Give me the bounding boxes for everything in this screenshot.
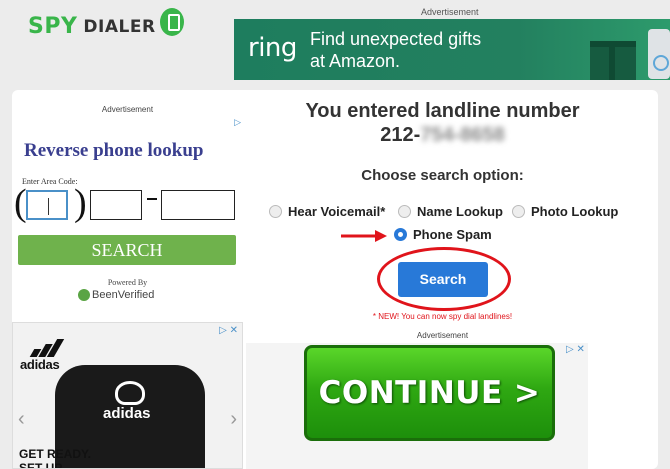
logo-spy-text: SPY [28,14,78,39]
option-label: Name Lookup [417,204,503,219]
lookup-search-button[interactable]: SEARCH [18,235,236,265]
adchoice-icon[interactable]: ▷ [234,117,241,128]
text-caret [48,198,49,215]
adidas-stripes-icon [29,339,65,357]
doorbell-icon [648,29,670,79]
lookup-title: Reverse phone lookup [24,140,204,161]
option-phone-spam[interactable]: Phone Spam [394,227,492,242]
radio-button[interactable] [269,205,282,218]
carousel-next-icon[interactable]: › [230,408,237,431]
logo-dialer-text: DIALER [83,16,156,37]
powered-by-label: Powered By [107,278,148,287]
ring-ad-line2: at Amazon. [310,51,401,71]
radio-button[interactable] [512,205,525,218]
red-arrow-icon [341,230,387,242]
center-ad-label: Advertisement [416,331,469,340]
carousel-prev-icon[interactable]: ‹ [18,408,25,431]
adchoice-icon[interactable]: ▷ ✕ [566,344,585,355]
option-label: Phone Spam [413,227,492,242]
close-paren: ) [74,182,87,224]
radio-button-checked[interactable] [394,228,407,241]
beenverified-text: BeenVerified [92,289,155,301]
phone-icon [159,7,184,36]
phone-dash [147,198,157,200]
headline-line1: You entered landline number [305,100,580,122]
prefix-input[interactable] [90,190,142,220]
ring-ad-text: Find unexpected gifts at Amazon. [310,28,481,72]
ring-ad-line1: Find unexpected gifts [310,29,482,49]
adidas-cta: GET READY. SET UP. [19,447,92,469]
headline-number: 212-754-8658 [270,123,615,147]
choose-option-label: Choose search option: [361,167,524,184]
beenverified-logo[interactable]: BeenVerified [78,289,154,301]
open-paren: ( [14,182,27,224]
sweater-brand-text: adidas [103,405,151,422]
lookup-ad-label: Advertisement [101,105,154,114]
new-feature-note: * NEW! You can now spy dial landlines! [372,312,513,321]
option-hear-voicemail[interactable]: Hear Voicemail* [269,204,385,219]
line-number-input[interactable] [161,190,235,220]
option-name-lookup[interactable]: Name Lookup [398,204,503,219]
adidas-cta-line1: GET READY. [19,447,92,461]
ring-logo: ring [248,33,297,63]
spy-dialer-logo[interactable]: SPY DIALER [28,7,184,39]
beenverified-check-icon [78,289,90,301]
option-photo-lookup[interactable]: Photo Lookup [512,204,618,219]
radio-button[interactable] [398,205,411,218]
area-code-label: Enter Area Code: [22,177,78,186]
top-ad-label: Advertisement [421,7,479,17]
page-headline: You entered landline number 212-754-8658 [270,99,615,147]
continue-ad-button[interactable]: CONTINUE > [304,345,555,441]
phone-prefix: 212- [380,124,421,146]
adidas-logo-text: adidas [20,357,60,372]
adidas-cta-line2: SET UP. [19,461,65,469]
adidas-logo: adidas [20,339,65,372]
adchoice-icon[interactable]: ▷ ✕ [219,325,238,336]
trefoil-icon [115,381,145,405]
gift-box-icon [590,41,636,80]
area-code-input[interactable] [26,190,68,220]
phone-hidden: 754-8658 [420,124,505,146]
search-button[interactable]: Search [398,262,488,297]
reverse-lookup-widget: Advertisement ▷ Reverse phone lookup Ent… [12,103,243,309]
ring-banner-ad[interactable]: ring Find unexpected gifts at Amazon. [234,19,670,80]
option-label: Hear Voicemail* [288,204,386,219]
option-label: Photo Lookup [531,204,619,219]
adidas-ad[interactable]: ▷ ✕ adidas adidas ‹ › GET READY. SET UP. [12,322,243,469]
